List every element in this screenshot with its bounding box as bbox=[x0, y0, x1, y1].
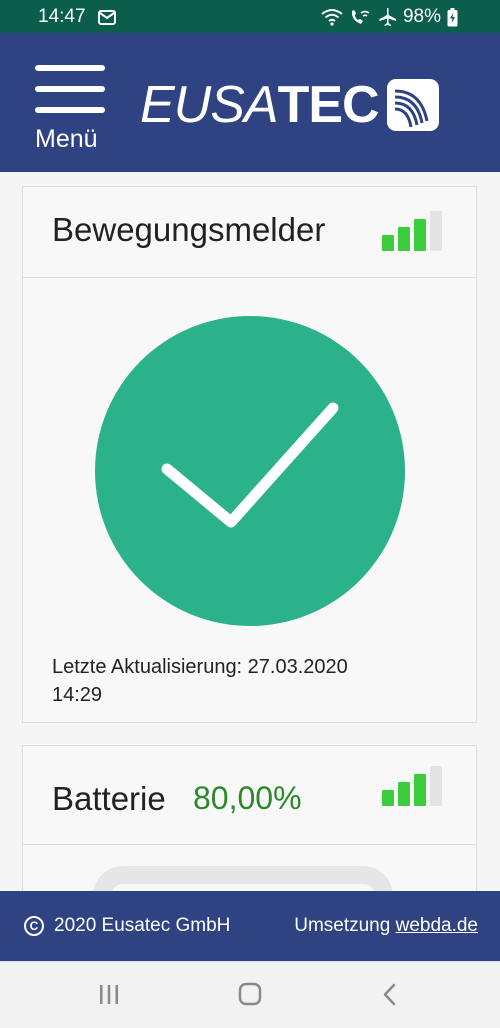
checkmark-icon bbox=[161, 402, 339, 528]
app-screen: 14:47 98% Menü EUSATEC Bewegungsmelder L… bbox=[0, 0, 500, 1028]
copyright: C 2020 Eusatec GmbH bbox=[24, 915, 230, 937]
eusatec-logo[interactable]: EUSATEC bbox=[140, 75, 439, 135]
logo-wordmark: EUSATEC bbox=[140, 76, 380, 134]
card-title: Bewegungsmelder bbox=[52, 211, 326, 248]
card-header: Bewegungsmelder bbox=[23, 187, 476, 278]
main-content[interactable]: Bewegungsmelder Letzte Aktualisierung: 2… bbox=[0, 172, 500, 891]
copyright-text: 2020 Eusatec GmbH bbox=[54, 915, 231, 936]
last-update-label: Letzte Aktualisierung: 27.03.2020 bbox=[52, 656, 348, 678]
recent-apps-icon bbox=[100, 985, 118, 1004]
footer: C 2020 Eusatec GmbH Umsetzung webda.de bbox=[0, 891, 500, 961]
recent-apps-button[interactable] bbox=[89, 978, 129, 1012]
credit: Umsetzung webda.de bbox=[294, 915, 478, 937]
menu-label: Menü bbox=[35, 125, 98, 153]
mail-icon bbox=[98, 9, 116, 31]
system-nav-bar bbox=[0, 961, 500, 1028]
copyright-icon: C bbox=[24, 916, 44, 936]
signal-strength-icon bbox=[382, 211, 444, 251]
credit-prefix: Umsetzung bbox=[294, 915, 396, 936]
motion-detector-card: Bewegungsmelder Letzte Aktualisierung: 2… bbox=[22, 186, 477, 723]
card-header: Batterie 80,00% bbox=[23, 746, 476, 845]
status-bar: 14:47 98% bbox=[0, 0, 500, 33]
airplane-icon bbox=[377, 7, 397, 27]
battery-level-gauge bbox=[93, 866, 393, 891]
battery-value: 80,00% bbox=[193, 780, 302, 816]
battery-card: Batterie 80,00% bbox=[22, 745, 477, 891]
status-icons: 98% bbox=[321, 6, 458, 28]
hamburger-icon bbox=[35, 65, 105, 113]
logo-signal-icon bbox=[386, 79, 439, 131]
webda-link[interactable]: webda.de bbox=[396, 915, 478, 936]
last-update-time: 14:29 bbox=[52, 684, 103, 706]
app-header: Menü EUSATEC bbox=[0, 33, 500, 172]
status-time: 14:47 bbox=[38, 6, 86, 27]
signal-strength-icon bbox=[382, 766, 444, 806]
back-icon bbox=[383, 983, 396, 1006]
home-button[interactable] bbox=[230, 978, 270, 1012]
status-ok-indicator bbox=[95, 316, 405, 626]
wifi-icon bbox=[321, 8, 343, 26]
wifi-call-icon bbox=[349, 8, 371, 26]
home-icon bbox=[238, 982, 262, 1006]
menu-button[interactable]: Menü bbox=[26, 61, 112, 157]
battery-percent: 98% bbox=[402, 6, 441, 27]
battery-charging-icon bbox=[447, 7, 458, 27]
last-update: Letzte Aktualisierung: 27.03.2020 14:29 bbox=[52, 653, 452, 709]
back-button[interactable] bbox=[370, 978, 410, 1012]
card-title: Batterie bbox=[52, 780, 166, 817]
